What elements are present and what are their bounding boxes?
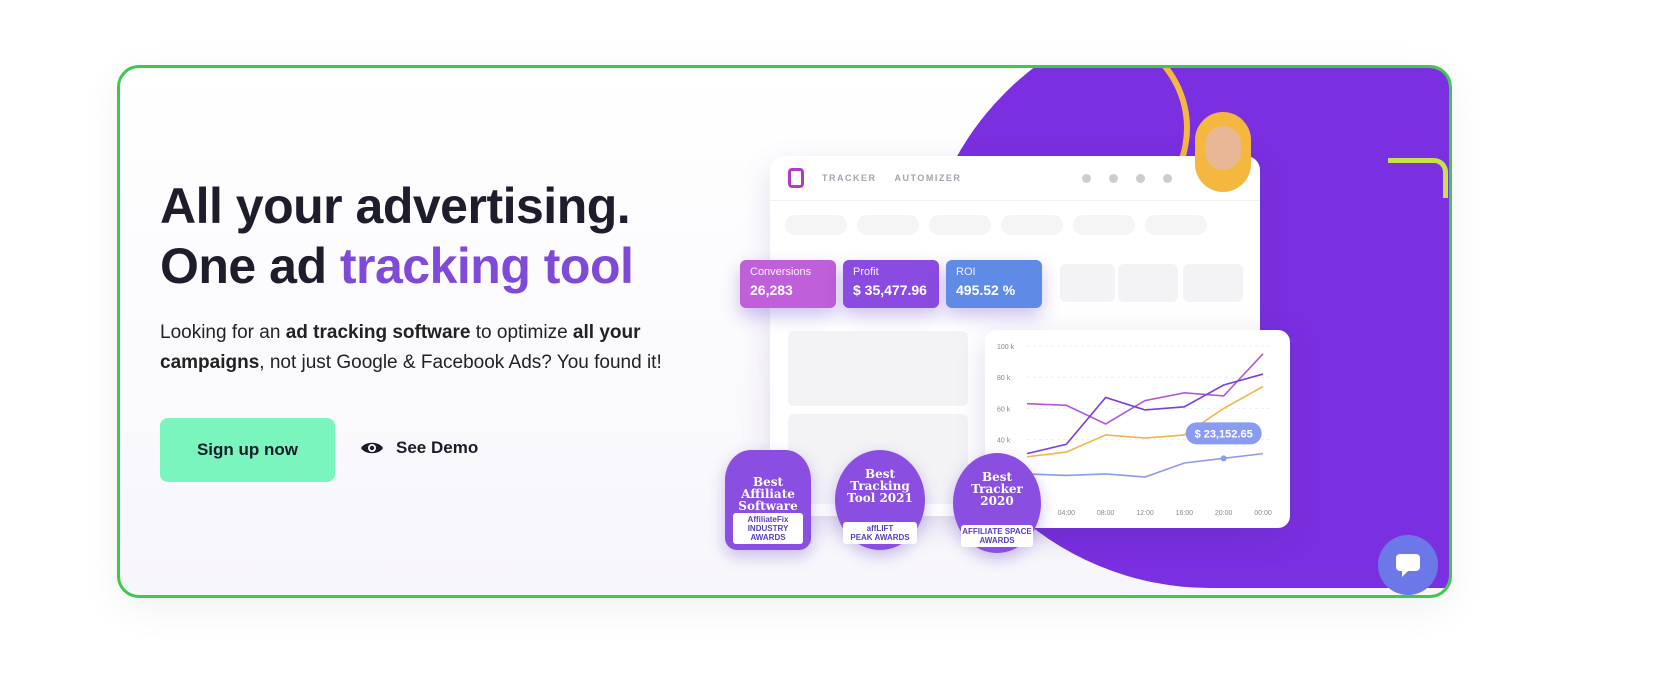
hero-title: All your advertising. One ad tracking too…: [160, 178, 634, 294]
y-tick-label: 100 k: [997, 344, 1015, 351]
bulb-icon: [1109, 173, 1118, 183]
badge-subtext: AFFILIATE SPACE: [962, 527, 1032, 536]
x-tick-label: 00:00: [1254, 510, 1272, 517]
see-demo-label: See Demo: [396, 438, 479, 457]
desc-segment: ad tracking software: [285, 322, 471, 343]
kpi-roi: ROI 495.52 %: [946, 260, 1042, 308]
badge-subtext: affLIFT: [866, 524, 894, 533]
app-logo: [788, 168, 804, 188]
help-icon: [1136, 173, 1145, 183]
award-badge: Best Tracking Tool 2021 affLIFT PEAK AWARDS: [835, 450, 925, 550]
desc-segment: , not just Google & Facebook Ads? You fo…: [259, 352, 662, 373]
tooltip-value: $ 23,152.65: [1195, 428, 1253, 440]
series-line-3: [1026, 452, 1264, 478]
badge-subtext: AWARDS: [979, 536, 1015, 545]
badge-text: Best Affiliate: [741, 475, 795, 501]
nav-tracker: TRACKER: [822, 173, 877, 183]
x-tick-label: 08:00: [1097, 510, 1115, 517]
bell-icon: [1082, 173, 1091, 183]
nav-automizer: AUTOMIZER: [894, 173, 962, 183]
x-tick-label: 20:00: [1215, 510, 1233, 517]
award-badge: Best AffiliateSoftware2019AffiliateFixIN…: [725, 450, 811, 550]
badge-subtext: INDUSTRY AWARDS: [747, 524, 789, 542]
badge-subtext: AffiliateFix: [747, 515, 789, 524]
eye-icon: [361, 442, 383, 454]
hero-description: Looking for an ad tracking software to o…: [160, 318, 700, 378]
series-line-0: [1026, 353, 1264, 425]
badge-text: Tool 2021: [847, 491, 913, 505]
sign-up-button[interactable]: Sign up now: [160, 418, 335, 482]
kpi-profit: Profit $ 35,477.96: [843, 260, 939, 308]
desc-segment: Looking for an: [160, 322, 286, 343]
data-point: [1220, 455, 1227, 462]
badge-subtext: PEAK AWARDS: [850, 533, 910, 542]
desc-segment: to optimize: [470, 322, 573, 343]
x-tick-label: 16:00: [1176, 510, 1194, 517]
decorative-squiggle: [1388, 158, 1448, 198]
badge-text: 2020: [980, 494, 1014, 508]
y-tick-label: 80 k: [997, 375, 1011, 382]
avatar: [1195, 112, 1251, 192]
gear-icon: [1163, 173, 1172, 183]
x-tick-label: 12:00: [1136, 510, 1154, 517]
series-line-2: [1026, 385, 1264, 458]
chat-button[interactable]: [1378, 535, 1438, 595]
award-badge: Best Tracker 2020 AFFILIATE SPACE AWARDS: [953, 453, 1041, 553]
hero-banner: All your advertising. One ad tracking too…: [117, 65, 1452, 598]
kpi-conversions: Conversions 26,283: [740, 260, 836, 308]
y-tick-label: 40 k: [997, 438, 1011, 445]
x-tick-label: 04:00: [1058, 510, 1076, 517]
see-demo-link[interactable]: See Demo: [360, 438, 478, 458]
chat-icon: [1396, 554, 1420, 577]
y-tick-label: 60 k: [997, 406, 1011, 413]
